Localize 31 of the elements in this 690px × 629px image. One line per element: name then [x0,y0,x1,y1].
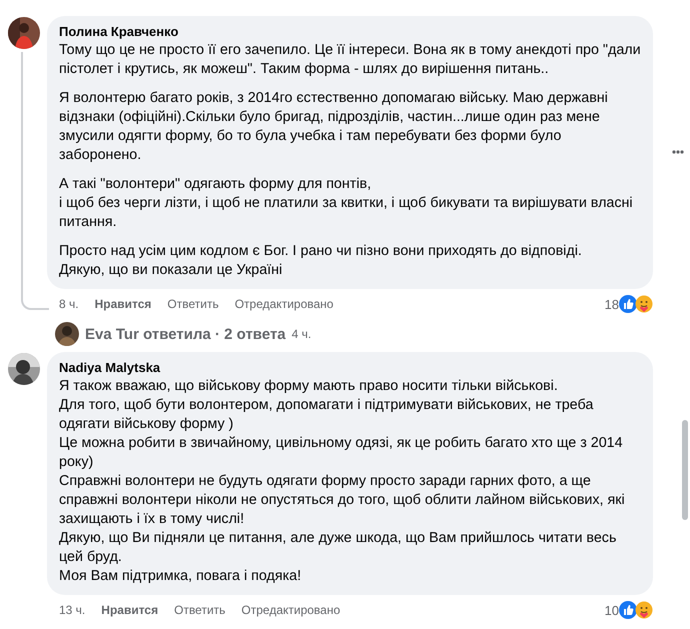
comment-text: Це можна робити в звичайному, цивільному одязі, як це робить багато хто ще з 2014 року) [59,434,624,472]
like-link[interactable]: Нравится [94,297,152,311]
comment-text: Просто над усім цим кодлом є Бог. І рано чи пізно вони приходять до відповіді. [59,242,583,261]
hug-emoji-icon [635,295,653,313]
timestamp: 4 ч. [292,327,312,341]
reaction-count[interactable]: 10 [604,602,619,618]
reply-link[interactable]: Ответить [167,297,219,311]
comment-text: Тому що це не просто її его зачепило. Це її інтереси. Вона як в тому анекдоті про "дали пістолет і крутись, як можеш". Таким форма - шлях до вирішення питань.. [59,41,641,79]
author-name[interactable]: Nadiya Malytska [59,359,641,377]
timestamp[interactable]: 13 ч. [59,603,86,617]
author-name[interactable]: Полина Кравченко [59,23,641,41]
comment-text: Справжні волонтери не будуть одягати форму просто заради гарних фото, а ще справжні волонтери ніколи не опустяться до того, щоб облити лайном військових, які захищають і їх в тому числі! [59,472,626,529]
like-icon [619,295,637,313]
comment-text: Дякую, що Ви підняли це питання, але дуже шкода, що Вам прийшлось читати весь цей бруд. [59,529,618,567]
comment-text: Для того, щоб бути волонтером, допомагати і підтримувати військових, не треба одягати військову форму ) [59,396,594,434]
like-icon [619,601,637,619]
like-link[interactable]: Нравится [101,603,158,617]
comment-text: А такі "волонтери" одягають форму для понтів, [59,175,372,194]
timestamp[interactable]: 8 ч. [59,297,79,311]
comment-text: Дякую, що ви показали це Україні [59,261,284,280]
replies-link[interactable]: Eva Tur ответила · 2 ответа [85,326,286,342]
comment-text: Я також вважаю, що військову форму мають право носити тільки військові. [59,377,559,396]
comment-text: Я волонтерю багато років, з 2014го єстественно допомагаю війську. Маю державні відзнаки (офіційні).Скільки було бригад, підрозділів, частин...лише один раз мене змусили одягти форму, бо то була учебка і там перебувати без форми було заборонено. [59,89,609,165]
comment-text: і щоб без черги лізти, і щоб не платили за квитки, і щоб бикувати та вирішувати власні питання. [59,194,634,232]
comment-text: Моя Вам підтримка, повага і подяка! [59,567,302,586]
reaction-count[interactable]: 18 [604,296,619,312]
reply-link[interactable]: Ответить [174,603,226,617]
more-icon[interactable] [672,150,684,154]
hug-emoji-icon [635,601,653,619]
edited-label: Отредактировано [234,297,334,311]
edited-label: Отредактировано [241,603,340,617]
